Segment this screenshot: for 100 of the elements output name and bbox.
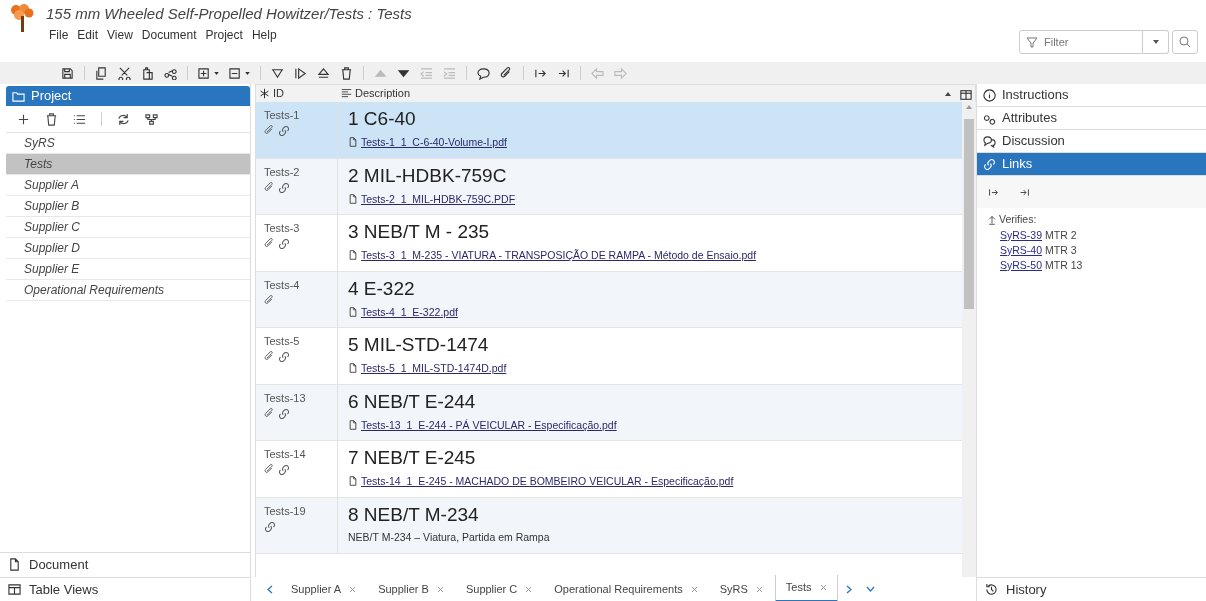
module-item[interactable]: Supplier D (6, 238, 250, 259)
chevron-right-icon[interactable] (845, 584, 852, 594)
table-row[interactable]: Tests-3 3 NEB/T M - 235 Tests-3_1_M-235 - VIATURA - TRANSPOSIÇÃO DE RAMPA - Método de Ensaio.pdf (256, 215, 962, 272)
row-id: Tests-14 (264, 448, 307, 461)
row-id: Tests-3 (264, 222, 301, 235)
search-icon (1179, 36, 1191, 48)
copy-icon (95, 66, 108, 80)
trash-icon (340, 66, 353, 80)
sort-icon (945, 91, 951, 96)
table-row[interactable]: Tests-2 2 MIL-HDBK-759C Tests-2_1_MIL-HDBK-759C.PDF (256, 158, 962, 215)
trash-icon (45, 112, 58, 126)
close-icon[interactable] (819, 584, 827, 591)
table-icon (8, 582, 21, 596)
document-tab[interactable]: Supplier B (368, 576, 454, 601)
file-link[interactable]: Tests-2_1_MIL-HDBK-759C.PDF (361, 191, 516, 206)
file-link[interactable]: Tests-1_1_C-6-40-Volume-I.pdf (361, 135, 507, 149)
document-icon (348, 306, 358, 317)
section-header[interactable]: Table Views (0, 576, 250, 601)
chevron-down-icon[interactable] (865, 586, 875, 592)
close-icon[interactable] (436, 585, 444, 593)
requirement-link[interactable]: SyRS-50 (1000, 257, 1042, 273)
row-title: 5 MIL-STD-1474 (348, 333, 490, 357)
row-title: 3 NEB/T M - 235 (348, 220, 491, 244)
menu-item[interactable]: Edit (74, 27, 102, 43)
row-id: Tests-1 (264, 109, 301, 122)
module-item[interactable]: Supplier C (6, 217, 250, 238)
close-icon[interactable] (755, 585, 763, 593)
menu-item[interactable]: View (104, 27, 136, 43)
requirement-name: MTR 13 (1045, 257, 1083, 273)
caret-icon (245, 71, 250, 75)
indent-icon (443, 66, 456, 80)
table-row[interactable]: Tests-1 1 C6-40 Tests-1_1_C-6-40-Volume-I.pdf (256, 102, 962, 159)
close-icon[interactable] (690, 585, 698, 593)
document-tab[interactable]: SyRS (709, 576, 773, 601)
document-tab[interactable]: Supplier A (281, 576, 367, 601)
column-header[interactable]: Description (338, 85, 957, 102)
module-item[interactable]: Supplier E (6, 259, 250, 280)
row-id: Tests-4 (264, 278, 301, 292)
arrow-up-icon (987, 214, 997, 225)
row-id: Tests-5 (264, 335, 301, 348)
menu-item[interactable]: Help (248, 27, 280, 43)
file-link[interactable]: Tests-5_1_MIL-STD-1474D.pdf (361, 361, 507, 375)
discussion-icon (983, 134, 996, 148)
requirement-link[interactable]: SyRS-39 (1000, 227, 1042, 243)
section-header[interactable]: Document (0, 552, 250, 577)
panel-tab[interactable]: Links (977, 153, 1206, 176)
module-item[interactable]: Supplier A (6, 175, 250, 196)
row-id: Tests-13 (264, 391, 307, 405)
history-section[interactable]: History (977, 576, 1206, 601)
close-icon[interactable] (525, 585, 533, 593)
row-description: NEB/T M-234 – Viatura, Partida em Rampa (348, 529, 551, 544)
save-icon (61, 66, 74, 80)
file-link[interactable]: Tests-3_1_M-235 - VIATURA - TRANSPOSIÇÃO DE RAMPA - Método de Ensaio.pdf (361, 248, 757, 262)
file-link[interactable]: Tests-4_1_E-322.pdf (361, 304, 458, 319)
eject-icon (317, 66, 330, 80)
menu-item[interactable]: Project (202, 27, 246, 43)
requirement-name: MTR 2 (1045, 227, 1077, 243)
arrow-right-icon (988, 186, 999, 198)
module-item[interactable]: Tests (6, 154, 250, 175)
caret-icon (1152, 40, 1159, 44)
arrow-left-icon (591, 66, 604, 80)
caret-icon (214, 71, 219, 75)
add-icon (17, 112, 30, 126)
table-row[interactable]: Tests-14 7 NEB/T E-245 Tests-14_1_E-245 - MACHADO DE BOMBEIRO VEICULAR - Especificação.pdf (256, 441, 962, 498)
requirement-link[interactable]: SyRS-40 (1000, 242, 1042, 258)
scrollbar[interactable] (962, 102, 976, 577)
table-row[interactable]: Tests-4 4 E-322 Tests-4_1_E-322.pdf (256, 271, 962, 328)
row-title: 8 NEB/T M-234 (348, 502, 480, 527)
columns-icon (960, 89, 972, 101)
module-item[interactable]: Supplier B (6, 196, 250, 217)
filter-field[interactable]: Filter (1019, 30, 1143, 54)
close-icon[interactable] (349, 585, 357, 593)
hierarchy-icon (145, 112, 158, 126)
paste-icon (141, 66, 154, 80)
document-tab[interactable]: Supplier C (455, 576, 543, 601)
comment-icon (477, 66, 490, 80)
table-row[interactable]: Tests-13 6 NEB/T E-244 Tests-13_1_E-244 - PÁ VEICULAR - Especificação.pdf (256, 384, 962, 441)
document-icon (348, 419, 358, 430)
document-tab[interactable]: Tests (774, 575, 838, 601)
file-link[interactable]: Tests-14_1_E-245 - MACHADO DE BOMBEIRO VEICULAR - Especificação.pdf (361, 474, 734, 488)
document-icon (348, 476, 358, 486)
module-item[interactable]: Operational Requirements (6, 280, 250, 301)
file-link[interactable]: Tests-13_1_E-244 - PÁ VEICULAR - Especificação.pdf (361, 417, 617, 432)
cut-icon (118, 66, 131, 80)
document-tab[interactable]: Operational Requirements (544, 576, 708, 601)
column-header[interactable]: ID (256, 85, 338, 102)
menu-item[interactable]: Document (138, 27, 200, 43)
add-icon (198, 66, 211, 80)
text-lines-icon (341, 88, 352, 99)
paperclip-icon (500, 66, 513, 80)
history-icon (985, 582, 998, 596)
menu-item[interactable]: File (46, 27, 72, 43)
document-icon (348, 137, 358, 147)
table-row[interactable]: Tests-19 8 NEB/T M-234 NEB/T M-234 – Viatura, Partida em Rampa (256, 497, 962, 554)
document-icon (8, 558, 21, 572)
chevron-left-icon[interactable] (267, 585, 273, 595)
link-icon (983, 157, 996, 171)
row-id: Tests-19 (264, 504, 307, 518)
table-row[interactable]: Tests-5 5 MIL-STD-1474 Tests-5_1_MIL-STD-1474D.pdf (256, 328, 962, 385)
document-icon (348, 250, 358, 260)
